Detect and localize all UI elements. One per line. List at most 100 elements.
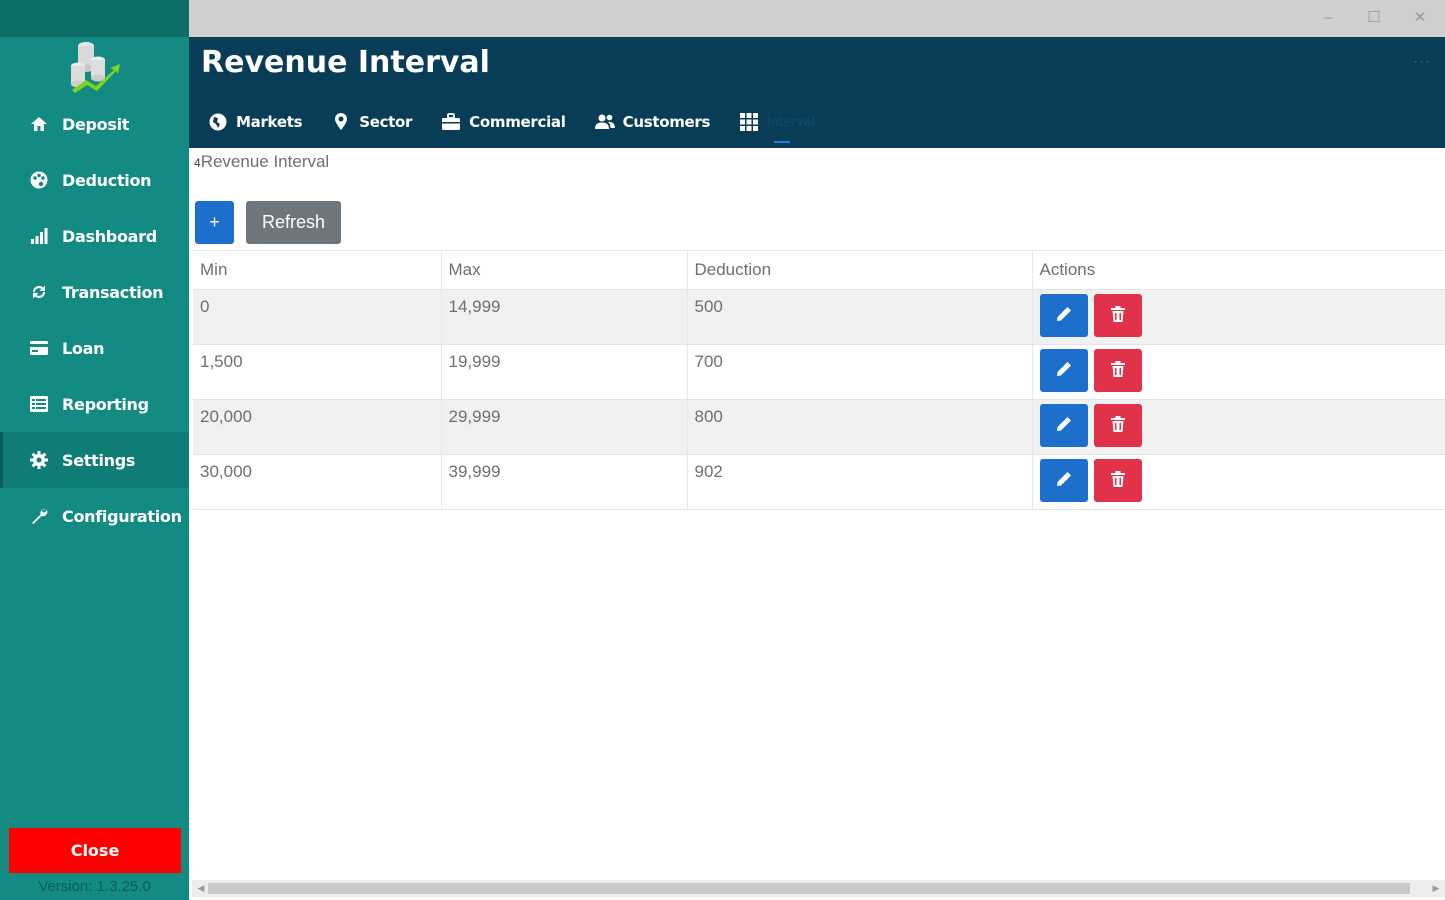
delete-button[interactable] — [1093, 459, 1142, 502]
tab-label: Commercial — [469, 113, 566, 131]
edit-button[interactable] — [1039, 349, 1088, 392]
scroll-right-icon[interactable]: ▶ — [1429, 882, 1443, 895]
breadcrumb: 4Revenue Interval — [194, 152, 329, 172]
sidebar-item-configuration[interactable]: Configuration — [0, 488, 189, 544]
cell-min: 0 — [193, 289, 441, 345]
trash-icon — [1110, 305, 1126, 326]
horizontal-scrollbar[interactable]: ◀ ▶ — [192, 880, 1445, 897]
column-header-min[interactable]: Min — [193, 250, 441, 290]
gear-icon — [28, 449, 50, 471]
users-icon — [594, 111, 616, 133]
column-header-actions: Actions — [1031, 250, 1445, 290]
sidebar-item-label: Deposit — [62, 114, 130, 134]
cell-max: 19,999 — [440, 344, 687, 400]
card-icon — [28, 337, 50, 359]
palette-icon — [28, 169, 50, 191]
sidebar: Deposit Deduction Dashboard Transaction … — [0, 0, 189, 900]
cell-deduction: 800 — [686, 399, 1032, 455]
cell-max: 39,999 — [440, 454, 687, 510]
sidebar-item-label: Configuration — [62, 506, 182, 526]
column-header-deduction[interactable]: Deduction — [686, 250, 1032, 290]
sidebar-item-deposit[interactable]: Deposit — [0, 96, 189, 152]
more-options-icon[interactable]: ... — [1413, 47, 1431, 68]
app-logo — [66, 36, 124, 94]
cell-actions — [1031, 289, 1445, 345]
table-row: 30,000 39,999 902 — [193, 454, 1445, 510]
maximize-button[interactable]: ☐ — [1364, 8, 1384, 28]
pencil-icon — [1055, 305, 1073, 326]
table-row: 1,500 19,999 700 — [193, 344, 1445, 400]
sidebar-item-label: Settings — [62, 450, 136, 470]
scrollbar-thumb[interactable] — [208, 883, 1410, 894]
tab-interval[interactable]: Interval — [738, 107, 815, 143]
interval-table: Min Max Deduction Actions 0 14,999 500 1… — [193, 250, 1445, 510]
edit-button[interactable] — [1039, 294, 1088, 337]
exchange-icon — [28, 281, 50, 303]
page-header: Revenue Interval ... Markets Sector Comm… — [189, 37, 1445, 148]
grid-icon — [738, 111, 760, 133]
version-label: Version: 1.3.25.0 — [38, 878, 151, 895]
pencil-icon — [1055, 470, 1073, 491]
tab-label: Markets — [236, 113, 303, 131]
wrench-icon — [28, 505, 50, 527]
add-button[interactable]: + — [195, 201, 234, 244]
trash-icon — [1110, 470, 1126, 491]
briefcase-icon — [440, 111, 462, 133]
sidebar-item-label: Reporting — [62, 394, 149, 414]
delete-button[interactable] — [1093, 404, 1142, 447]
tab-commercial[interactable]: Commercial — [440, 107, 566, 137]
table-header-row: Min Max Deduction Actions — [193, 250, 1445, 290]
header-tabs: Markets Sector Commercial Customers Inte… — [207, 107, 843, 143]
sidebar-item-dashboard[interactable]: Dashboard — [0, 208, 189, 264]
delete-button[interactable] — [1093, 294, 1142, 337]
refresh-button[interactable]: Refresh — [246, 201, 341, 244]
window-close-button[interactable]: ✕ — [1410, 8, 1430, 28]
sidebar-item-label: Transaction — [62, 282, 164, 302]
tab-customers[interactable]: Customers — [594, 107, 711, 137]
sidebar-item-settings[interactable]: Settings — [0, 432, 189, 488]
pencil-icon — [1055, 360, 1073, 381]
sidebar-item-reporting[interactable]: Reporting — [0, 376, 189, 432]
cell-actions — [1031, 454, 1445, 510]
sidebar-item-deduction[interactable]: Deduction — [0, 152, 189, 208]
tab-sector[interactable]: Sector — [330, 107, 412, 137]
home-icon — [28, 113, 50, 135]
trash-icon — [1110, 360, 1126, 381]
bar-chart-icon — [28, 225, 50, 247]
cell-actions — [1031, 399, 1445, 455]
minimize-button[interactable]: – — [1318, 8, 1338, 28]
delete-button[interactable] — [1093, 349, 1142, 392]
table-row: 0 14,999 500 — [193, 289, 1445, 345]
trash-icon — [1110, 415, 1126, 436]
close-button[interactable]: Close — [9, 828, 181, 873]
cell-deduction: 902 — [686, 454, 1032, 510]
breadcrumb-text: Revenue Interval — [200, 152, 330, 171]
cell-max: 14,999 — [440, 289, 687, 345]
list-icon — [28, 393, 50, 415]
sidebar-nav: Deposit Deduction Dashboard Transaction … — [0, 96, 189, 544]
sidebar-item-label: Deduction — [62, 170, 152, 190]
edit-button[interactable] — [1039, 404, 1088, 447]
cell-min: 20,000 — [193, 399, 441, 455]
pencil-icon — [1055, 415, 1073, 436]
cell-actions — [1031, 344, 1445, 400]
globe-icon — [207, 111, 229, 133]
cell-min: 30,000 — [193, 454, 441, 510]
tab-markets[interactable]: Markets — [207, 107, 303, 137]
tab-label: Interval — [767, 114, 815, 130]
scroll-left-icon[interactable]: ◀ — [194, 882, 208, 895]
map-pin-icon — [330, 111, 352, 133]
sidebar-item-label: Dashboard — [62, 226, 157, 246]
column-header-max[interactable]: Max — [440, 250, 687, 290]
table-row: 20,000 29,999 800 — [193, 399, 1445, 455]
cell-max: 29,999 — [440, 399, 687, 455]
sidebar-item-label: Loan — [62, 338, 105, 358]
breadcrumb-caret: 4 — [194, 156, 201, 170]
tab-label: Customers — [622, 113, 711, 131]
cell-deduction: 500 — [686, 289, 1032, 345]
sidebar-item-loan[interactable]: Loan — [0, 320, 189, 376]
cell-min: 1,500 — [193, 344, 441, 400]
edit-button[interactable] — [1039, 459, 1088, 502]
page-title: Revenue Interval — [201, 45, 490, 80]
sidebar-item-transaction[interactable]: Transaction — [0, 264, 189, 320]
